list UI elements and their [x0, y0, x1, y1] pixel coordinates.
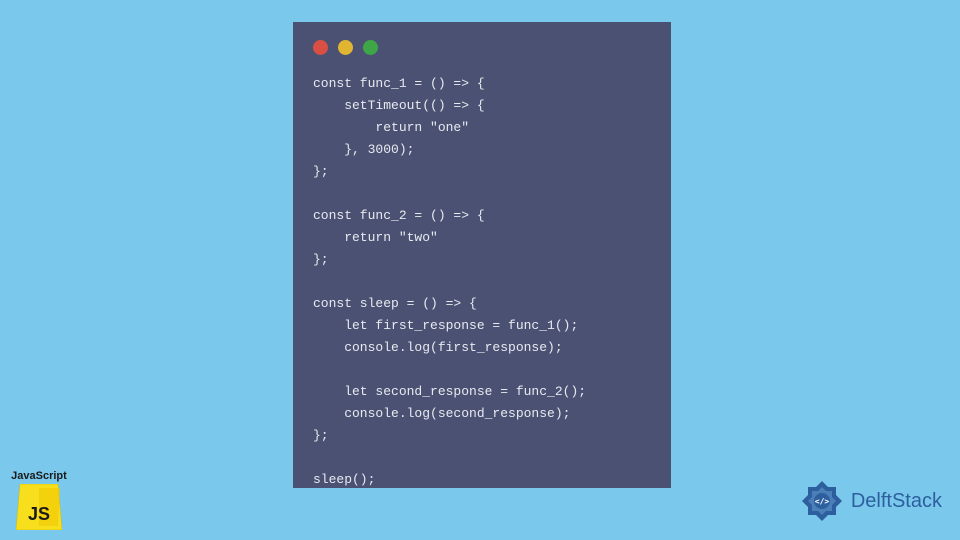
delftstack-name: DelftStack: [851, 490, 942, 513]
javascript-label: JavaScript: [8, 470, 70, 482]
javascript-badge: JavaScript JS: [8, 470, 70, 530]
delftstack-icon: </>: [799, 478, 845, 524]
close-icon: [313, 40, 328, 55]
window-controls: [313, 40, 651, 55]
javascript-logo-icon: JS: [16, 484, 62, 530]
code-window: const func_1 = () => { setTimeout(() => …: [293, 22, 671, 488]
maximize-icon: [363, 40, 378, 55]
svg-text:JS: JS: [28, 504, 50, 524]
delftstack-logo: </> DelftStack: [799, 478, 942, 524]
svg-text:</>: </>: [815, 497, 830, 506]
minimize-icon: [338, 40, 353, 55]
code-content: const func_1 = () => { setTimeout(() => …: [313, 73, 651, 491]
